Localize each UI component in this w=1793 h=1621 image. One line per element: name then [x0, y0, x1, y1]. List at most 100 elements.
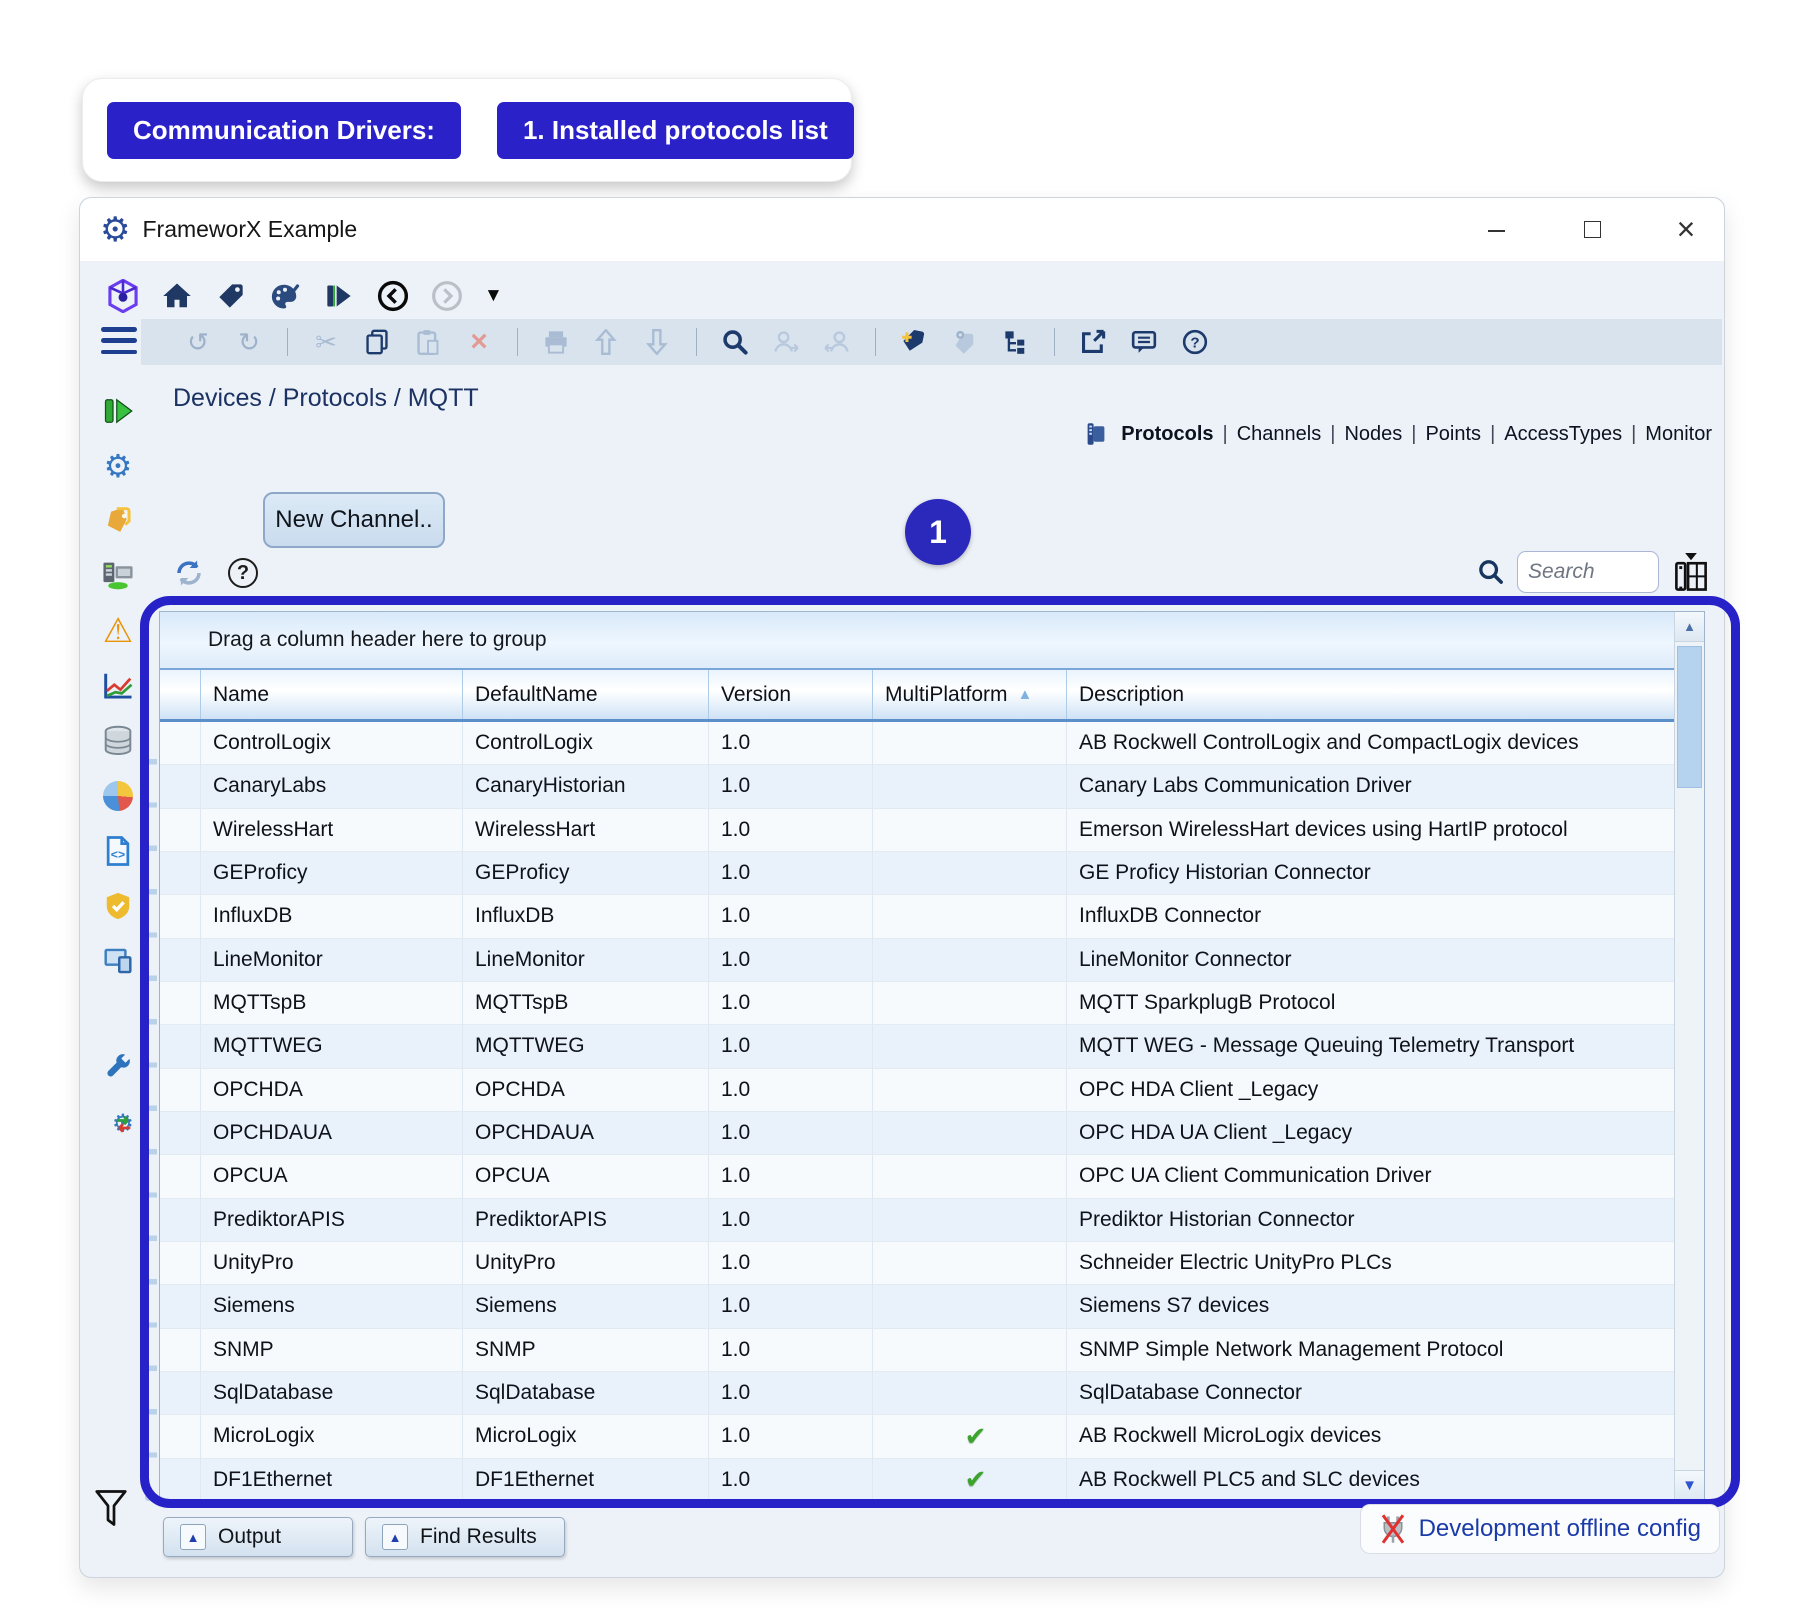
row-gutter-cell[interactable]	[160, 1372, 200, 1415]
cell-multiplatform[interactable]	[872, 1285, 1066, 1328]
cell-multiplatform[interactable]	[872, 1329, 1066, 1372]
column-chooser-icon[interactable]	[1672, 550, 1710, 594]
cell-description[interactable]: OPC HDA UA Client _Legacy	[1066, 1112, 1674, 1155]
cell-version[interactable]: 1.0	[708, 722, 872, 765]
add-tag-icon[interactable]	[901, 328, 927, 356]
cell-description[interactable]: LineMonitor Connector	[1066, 939, 1674, 982]
table-row[interactable]: ControlLogix ControlLogix 1.0 AB Rockwel…	[160, 722, 1674, 765]
cell-name[interactable]: UnityPro	[200, 1242, 462, 1285]
cell-version[interactable]: 1.0	[708, 895, 872, 938]
expand-output-icon[interactable]: ▲	[180, 1524, 206, 1550]
vertical-scrollbar[interactable]: ▲ ▼	[1674, 612, 1704, 1500]
runtime-sync-icon[interactable]: ⚙	[101, 1106, 135, 1140]
cell-description[interactable]: AB Rockwell ControlLogix and CompactLogi…	[1066, 722, 1674, 765]
cell-name[interactable]: LineMonitor	[200, 939, 462, 982]
cell-version[interactable]: 1.0	[708, 982, 872, 1025]
row-gutter-cell[interactable]	[160, 1459, 200, 1501]
displays-icon[interactable]	[101, 944, 135, 978]
paste-icon[interactable]	[415, 328, 441, 356]
tag-icon[interactable]	[214, 279, 248, 313]
cell-version[interactable]: 1.0	[708, 1025, 872, 1068]
find-icon[interactable]	[722, 328, 748, 356]
cell-version[interactable]: 1.0	[708, 1329, 872, 1372]
row-gutter-cell[interactable]	[160, 765, 200, 808]
cell-description[interactable]: Schneider Electric UnityPro PLCs	[1066, 1242, 1674, 1285]
cell-defaultname[interactable]: PrediktorAPIS	[462, 1199, 708, 1242]
column-header-version[interactable]: Version	[708, 670, 872, 719]
palette-icon[interactable]	[268, 279, 302, 313]
scroll-down-icon[interactable]: ▼	[1675, 1470, 1704, 1500]
cell-description[interactable]: Siemens S7 devices	[1066, 1285, 1674, 1328]
row-gutter-cell[interactable]	[160, 852, 200, 895]
row-gutter-cell[interactable]	[160, 1025, 200, 1068]
column-header-defaultname[interactable]: DefaultName	[462, 670, 708, 719]
nav-item-points[interactable]: Points	[1425, 423, 1481, 446]
cell-name[interactable]: SNMP	[200, 1329, 462, 1372]
tools-wrench-icon[interactable]	[101, 1051, 135, 1085]
tab-find-results[interactable]: ▲ Find Results	[365, 1517, 565, 1557]
help-icon[interactable]: ?	[1182, 328, 1208, 356]
cell-defaultname[interactable]: UnityPro	[462, 1242, 708, 1285]
app-logo-icon[interactable]	[106, 279, 140, 313]
cell-multiplatform[interactable]	[872, 982, 1066, 1025]
cell-version[interactable]: 1.0	[708, 1069, 872, 1112]
cell-defaultname[interactable]: ControlLogix	[462, 722, 708, 765]
cell-version[interactable]: 1.0	[708, 939, 872, 982]
tab-output[interactable]: ▲ Output	[163, 1517, 353, 1557]
cell-defaultname[interactable]: OPCHDA	[462, 1069, 708, 1112]
devices-icon[interactable]	[101, 559, 135, 593]
maximize-button[interactable]	[1572, 214, 1612, 248]
database-icon[interactable]	[101, 724, 135, 758]
find-previous-icon[interactable]	[824, 328, 850, 356]
table-row[interactable]: MQTTWEG MQTTWEG 1.0 MQTT WEG - Message Q…	[160, 1025, 1674, 1068]
cell-description[interactable]: AB Rockwell MicroLogix devices	[1066, 1415, 1674, 1458]
table-row[interactable]: MicroLogix MicroLogix 1.0 ✔ AB Rockwell …	[160, 1415, 1674, 1458]
cell-version[interactable]: 1.0	[708, 1415, 872, 1458]
scrollbar-thumb[interactable]	[1677, 646, 1702, 788]
cell-version[interactable]: 1.0	[708, 1199, 872, 1242]
comment-icon[interactable]	[1131, 328, 1157, 356]
cell-description[interactable]: MQTT SparkplugB Protocol	[1066, 982, 1674, 1025]
cell-description[interactable]: GE Proficy Historian Connector	[1066, 852, 1674, 895]
row-gutter-cell[interactable]	[160, 1069, 200, 1112]
cell-defaultname[interactable]: DF1Ethernet	[462, 1459, 708, 1501]
cell-multiplatform[interactable]	[872, 852, 1066, 895]
row-gutter-cell[interactable]	[160, 1199, 200, 1242]
cell-multiplatform[interactable]	[872, 1242, 1066, 1285]
cell-description[interactable]: Prediktor Historian Connector	[1066, 1199, 1674, 1242]
search-input[interactable]	[1517, 551, 1659, 593]
cell-defaultname[interactable]: MQTTspB	[462, 982, 708, 1025]
cell-version[interactable]: 1.0	[708, 1112, 872, 1155]
cell-multiplatform[interactable]	[872, 895, 1066, 938]
settings-gear-icon[interactable]: ⚙	[101, 449, 135, 483]
delete-icon[interactable]: ×	[466, 328, 492, 356]
cell-version[interactable]: 1.0	[708, 852, 872, 895]
cell-multiplatform[interactable]	[872, 1112, 1066, 1155]
cell-name[interactable]: MicroLogix	[200, 1415, 462, 1458]
cell-defaultname[interactable]: OPCUA	[462, 1155, 708, 1198]
group-by-band[interactable]: Drag a column header here to group	[160, 612, 1704, 670]
cell-defaultname[interactable]: GEProficy	[462, 852, 708, 895]
nav-item-protocols[interactable]: Protocols	[1121, 423, 1213, 446]
cell-name[interactable]: GEProficy	[200, 852, 462, 895]
cell-name[interactable]: MQTTspB	[200, 982, 462, 1025]
cell-description[interactable]: OPC UA Client Communication Driver	[1066, 1155, 1674, 1198]
trends-chart-icon[interactable]	[101, 669, 135, 703]
cell-description[interactable]: SNMP Simple Network Management Protocol	[1066, 1329, 1674, 1372]
cell-name[interactable]: OPCHDAUA	[200, 1112, 462, 1155]
cell-version[interactable]: 1.0	[708, 765, 872, 808]
cell-name[interactable]: PrediktorAPIS	[200, 1199, 462, 1242]
cell-multiplatform[interactable]	[872, 722, 1066, 765]
cell-name[interactable]: Siemens	[200, 1285, 462, 1328]
connection-status[interactable]: Development offline config	[1360, 1504, 1720, 1554]
cell-name[interactable]: CanaryLabs	[200, 765, 462, 808]
cell-defaultname[interactable]: MQTTWEG	[462, 1025, 708, 1068]
cell-defaultname[interactable]: LineMonitor	[462, 939, 708, 982]
cut-icon[interactable]: ✂	[313, 328, 339, 356]
table-row[interactable]: WirelessHart WirelessHart 1.0 Emerson Wi…	[160, 809, 1674, 852]
cell-defaultname[interactable]: WirelessHart	[462, 809, 708, 852]
refresh-icon[interactable]	[174, 558, 204, 588]
scripts-icon[interactable]: <>	[101, 834, 135, 868]
open-external-icon[interactable]	[1080, 328, 1106, 356]
redo-icon[interactable]: ↻	[236, 328, 262, 356]
